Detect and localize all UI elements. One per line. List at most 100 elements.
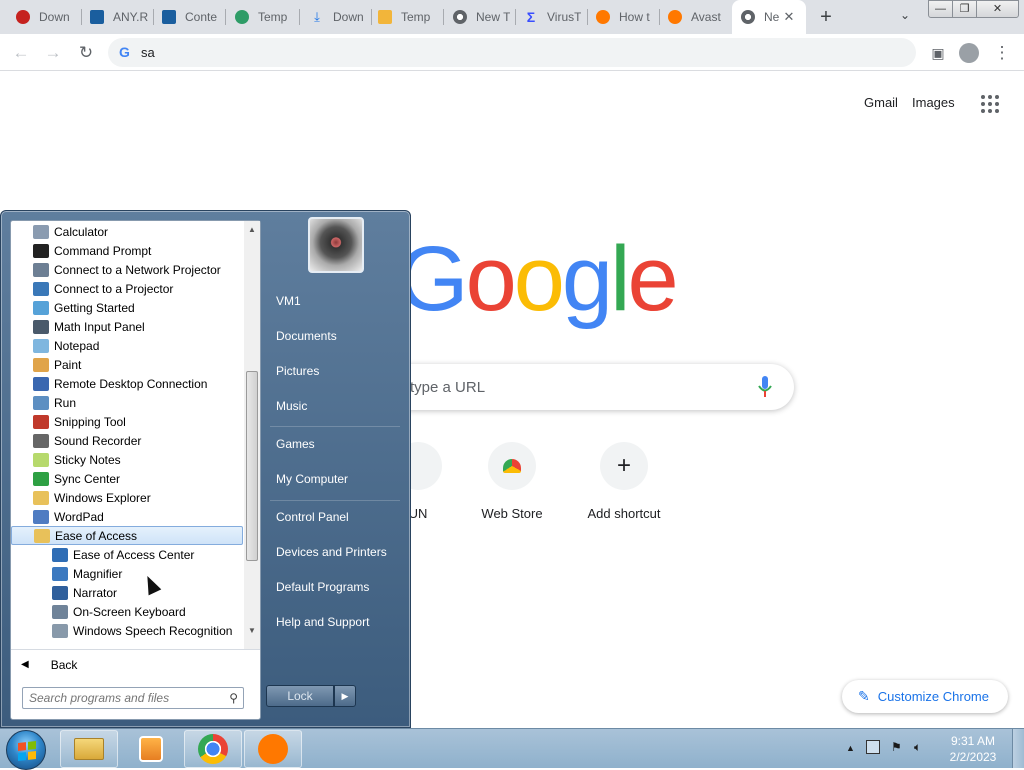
program-item[interactable]: On-Screen Keyboard [11, 602, 243, 621]
shortcut-tile[interactable]: Web Store [456, 442, 568, 521]
tab-0[interactable]: Down [0, 0, 82, 34]
address-bar[interactable]: G [108, 38, 916, 67]
search-icon[interactable]: ⚲ [229, 691, 238, 705]
program-label: Command Prompt [54, 243, 152, 258]
back-button[interactable]: ◀ Back [11, 649, 260, 679]
program-item[interactable]: Command Prompt [11, 241, 243, 260]
program-item[interactable]: Windows Speech Recognition [11, 621, 243, 640]
program-item[interactable]: Snipping Tool [11, 412, 243, 431]
taskbar-media-player[interactable] [122, 730, 180, 768]
program-item[interactable]: Notepad [11, 336, 243, 355]
tab-4[interactable]: ⤓ Down [300, 0, 372, 34]
program-item[interactable]: Remote Desktop Connection [11, 374, 243, 393]
apps-grid-icon[interactable] [981, 95, 999, 113]
back-arrow-icon[interactable]: ← [10, 42, 32, 64]
program-item[interactable]: WordPad [11, 507, 243, 526]
forward-arrow-icon[interactable]: → [42, 42, 64, 64]
profile-avatar[interactable] [958, 42, 980, 64]
add-shortcut-tile[interactable]: + Add shortcut [568, 442, 680, 521]
tab-9[interactable]: Avast [660, 0, 732, 34]
program-item[interactable]: Run [11, 393, 243, 412]
start-link-default-programs[interactable]: Default Programs [265, 572, 405, 602]
program-item[interactable]: Narrator [11, 583, 243, 602]
start-link-pictures[interactable]: Pictures [265, 356, 405, 386]
taskbar-chrome[interactable] [184, 730, 242, 768]
program-list-scrollbar[interactable]: ▲ ▼ [244, 221, 260, 649]
tab-2[interactable]: Conte [154, 0, 226, 34]
taskbar-avast[interactable] [244, 730, 302, 768]
side-panel-icon[interactable]: ▣ [927, 42, 949, 64]
close-tab-icon[interactable]: ✕ [781, 9, 797, 25]
taskbar-explorer[interactable] [60, 730, 118, 768]
close-window-button[interactable]: ✕ [976, 0, 1019, 18]
menu-kebab-icon[interactable]: ⋮ [991, 42, 1013, 64]
images-link[interactable]: Images [912, 95, 955, 110]
start-link-games[interactable]: Games [265, 429, 405, 459]
show-hidden-icons[interactable]: ▲ [846, 743, 855, 753]
system-clock[interactable]: 9:31 AM 2/2/2023 [940, 733, 1006, 765]
program-item[interactable]: Paint [11, 355, 243, 374]
program-item[interactable]: Sound Recorder [11, 431, 243, 450]
start-link-documents[interactable]: Documents [265, 321, 405, 351]
search-box[interactable]: type a URL [380, 364, 794, 410]
start-link-vm1[interactable]: VM1 [265, 286, 405, 316]
search-programs-input[interactable] [29, 690, 219, 706]
shortcut-label: Add shortcut [587, 506, 661, 521]
program-item[interactable]: Math Input Panel [11, 317, 243, 336]
program-item[interactable]: Ease of Access [11, 526, 243, 545]
program-item[interactable]: Connect to a Projector [11, 279, 243, 298]
power-options-arrow[interactable]: ▶ [334, 685, 356, 707]
program-label: Narrator [73, 585, 118, 600]
microphone-icon [33, 433, 49, 448]
program-label: Getting Started [54, 300, 135, 315]
reload-icon[interactable]: ↻ [75, 42, 97, 64]
restore-button[interactable]: ❐ [952, 0, 977, 18]
program-item[interactable]: Getting Started [11, 298, 243, 317]
tab-search-button[interactable]: ⌄ [896, 8, 914, 26]
search-programs-field[interactable]: ⚲ [22, 687, 244, 709]
program-item[interactable]: Sticky Notes [11, 450, 243, 469]
program-item[interactable]: Magnifier [11, 564, 243, 583]
tab-active[interactable]: Ne ✕ [732, 0, 806, 34]
new-tab-button[interactable]: + [815, 6, 837, 28]
start-button[interactable] [6, 730, 46, 770]
google-logo: Google [397, 224, 679, 334]
minimize-button[interactable]: — [928, 0, 953, 18]
avast-icon [596, 10, 610, 24]
run-icon [33, 395, 49, 410]
start-link-help-and-support[interactable]: Help and Support [265, 607, 405, 637]
temp-mail-icon [378, 10, 392, 24]
tab-3[interactable]: Temp [226, 0, 300, 34]
program-item[interactable]: Windows Explorer [11, 488, 243, 507]
volume-icon[interactable]: 🔈︎ [914, 740, 921, 755]
program-label: Sticky Notes [54, 452, 121, 467]
microphone-icon[interactable] [758, 376, 772, 398]
start-link-music[interactable]: Music [265, 391, 405, 421]
scroll-up-icon[interactable]: ▲ [248, 225, 256, 234]
user-avatar[interactable] [308, 217, 364, 273]
tab-8[interactable]: How t [588, 0, 660, 34]
start-link-devices-and-printers[interactable]: Devices and Printers [265, 537, 405, 567]
scroll-down-icon[interactable]: ▼ [248, 626, 256, 635]
gmail-link[interactable]: Gmail [864, 95, 898, 110]
tab-1[interactable]: ANY.R [82, 0, 154, 34]
program-item[interactable]: Sync Center [11, 469, 243, 488]
network-icon[interactable] [866, 740, 880, 754]
program-item[interactable]: Connect to a Network Projector [11, 260, 243, 279]
folder-icon [34, 528, 50, 543]
tab-5[interactable]: Temp [372, 0, 444, 34]
action-center-flag-icon[interactable]: ⚑ [891, 740, 902, 754]
tab-6[interactable]: New T [444, 0, 516, 34]
tab-7[interactable]: Σ VirusT [516, 0, 588, 34]
address-input[interactable] [141, 42, 841, 63]
program-item[interactable]: Ease of Access Center [11, 545, 243, 564]
customize-chrome-button[interactable]: ✎ Customize Chrome [842, 680, 1008, 713]
divider [270, 500, 400, 501]
start-link-my-computer[interactable]: My Computer [265, 464, 405, 494]
start-link-control-panel[interactable]: Control Panel [265, 502, 405, 532]
show-desktop-button[interactable] [1012, 729, 1024, 768]
back-arrow-icon: ◀ [21, 659, 29, 670]
lock-button[interactable]: Lock [266, 685, 334, 707]
scroll-thumb[interactable] [246, 371, 258, 561]
program-item[interactable]: Calculator [11, 222, 243, 241]
